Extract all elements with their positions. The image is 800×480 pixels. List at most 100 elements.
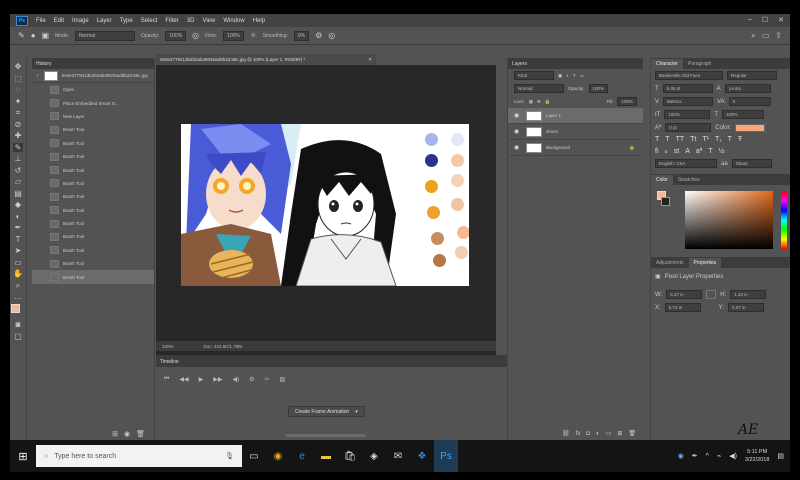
history-item[interactable]: Brush Tool — [32, 190, 154, 203]
lock-position-icon[interactable]: ✥ — [537, 99, 541, 105]
history-item[interactable]: Brush Tool — [32, 257, 154, 270]
marquee-tool-icon[interactable]: ⬚ — [13, 74, 23, 83]
history-item[interactable]: Place Embedded Smart O... — [32, 96, 154, 109]
font-size-field[interactable]: 5.35 pt — [662, 84, 713, 93]
opacity-field[interactable]: 100% — [165, 30, 187, 41]
foreground-color-swatch[interactable] — [11, 303, 20, 313]
tab-character[interactable]: Character — [651, 59, 683, 69]
filter-adjust-icon[interactable]: ◐ — [566, 73, 569, 78]
pressure-size-icon[interactable]: ◎ — [328, 31, 335, 40]
store-icon[interactable]: 🛍 — [338, 440, 362, 472]
timeline-title[interactable]: Timeline — [160, 359, 179, 365]
microphone-icon[interactable]: 🎙 — [225, 452, 234, 460]
visibility-eye-icon[interactable]: ◉ — [514, 144, 522, 151]
brush-tool-icon[interactable]: ✎ — [13, 142, 23, 152]
document-tab[interactable]: 0e0e3779413b4b2ab48045ad8b2d.58c.jpg @ 1… — [156, 54, 376, 65]
workspace-icon[interactable]: ▭ — [762, 31, 770, 40]
ligature-icon[interactable]: fi — [655, 148, 659, 155]
timeline-scrollbar[interactable] — [286, 434, 366, 437]
pressure-opacity-icon[interactable]: ◎ — [192, 31, 199, 40]
subscript-icon[interactable]: T₁ — [715, 136, 722, 143]
history-item[interactable]: Open — [32, 83, 154, 96]
x-field[interactable]: 5.74 in — [664, 303, 701, 312]
height-field[interactable]: 1.34 in — [730, 290, 767, 299]
create-frame-animation-button[interactable]: Create Frame Animation ▾ — [288, 406, 365, 417]
edge-icon[interactable]: e — [290, 440, 314, 472]
faux-bold-icon[interactable]: T — [655, 136, 659, 143]
lock-all-icon[interactable]: 🔒 — [545, 99, 551, 105]
hue-slider[interactable] — [781, 191, 787, 249]
layer-row[interactable]: ◉ shoes — [508, 124, 643, 140]
show-hidden-icons-icon[interactable]: ^ — [706, 453, 709, 460]
history-brush-tool-icon[interactable]: ↺ — [13, 166, 23, 175]
dodge-tool-icon[interactable]: ◐ — [13, 212, 23, 221]
lock-pixels-icon[interactable]: ▦ — [529, 99, 533, 105]
menu-view[interactable]: View — [198, 18, 219, 24]
layer-name[interactable]: Background — [546, 145, 570, 150]
history-snapshot[interactable]: ✓ 0e0e3779413b4b2ab48045ad8b2d.58c.jpg — [32, 69, 154, 83]
windows-start-icon[interactable]: ⊞ — [10, 440, 36, 472]
type-tool-icon[interactable]: T — [13, 235, 23, 244]
photoshop-taskbar-icon[interactable]: Ps — [434, 440, 458, 472]
search-icon[interactable]: ⌕ — [751, 31, 755, 41]
document-size[interactable]: Doc: 422.6K/1.79M — [204, 344, 243, 349]
layers-title[interactable]: Layers — [512, 61, 527, 67]
tab-swatches[interactable]: Swatches — [673, 175, 705, 185]
history-title[interactable]: History — [36, 61, 52, 67]
adjustment-layer-icon[interactable]: ◐ — [596, 431, 600, 437]
link-dimensions-icon[interactable] — [706, 290, 717, 299]
history-item[interactable]: Brush Tool — [32, 123, 154, 136]
link-layers-icon[interactable]: ⛓ — [562, 430, 570, 437]
fractions-icon[interactable]: ½ — [719, 148, 725, 155]
menu-window[interactable]: Window — [219, 18, 248, 24]
new-document-from-state-icon[interactable]: ⊞ — [112, 430, 118, 438]
width-field[interactable]: 5.27 in — [666, 290, 703, 299]
next-frame-icon[interactable]: ▶▶ — [213, 376, 222, 383]
history-item[interactable]: Brush Tool — [32, 177, 154, 190]
more-tools-icon[interactable]: … — [13, 292, 23, 301]
eraser-tool-icon[interactable]: ▱ — [13, 177, 23, 186]
ordinals-icon[interactable]: aª — [696, 148, 702, 155]
chrome-icon[interactable]: ◉ — [266, 440, 290, 472]
tab-adjustments[interactable]: Adjustments — [651, 258, 689, 268]
close-tab-icon[interactable]: ✕ — [368, 57, 372, 63]
blur-tool-icon[interactable]: ◆ — [13, 200, 23, 209]
gear-icon[interactable]: ⚙ — [315, 31, 322, 40]
small-caps-icon[interactable]: Tt — [690, 136, 696, 143]
delete-layer-icon[interactable]: 🗑 — [628, 430, 636, 437]
brush-panel-icon[interactable]: ▣ — [42, 31, 50, 40]
filter-shape-icon[interactable]: ▭ — [580, 73, 584, 79]
language-select[interactable]: English: USA — [655, 159, 717, 168]
history-item[interactable]: Brush Tool — [32, 244, 154, 257]
antialias-select[interactable]: Sharp — [731, 159, 772, 168]
eyedropper-tool-icon[interactable]: ⊘ — [13, 120, 23, 129]
first-frame-icon[interactable]: ⏮ — [164, 376, 169, 383]
layer-fill-field[interactable]: 100% — [617, 97, 637, 106]
history-item[interactable]: Brush Tool — [32, 204, 154, 217]
layer-name[interactable]: Layer 1 — [546, 113, 561, 118]
zoom-level[interactable]: 100% — [162, 344, 174, 349]
strikethrough-icon[interactable]: Ŧ — [738, 136, 742, 143]
network-icon[interactable]: ⌁ — [717, 452, 721, 460]
horizontal-scale-field[interactable]: 100% — [722, 110, 765, 119]
healing-brush-tool-icon[interactable]: ✚ — [13, 131, 23, 140]
fx-icon[interactable]: fx — [576, 431, 581, 437]
menu-help[interactable]: Help — [249, 18, 269, 24]
stylistic-icon[interactable]: st — [674, 148, 679, 155]
trash-icon[interactable]: 🗑 — [136, 430, 145, 438]
baseline-field[interactable]: 0 pt — [665, 123, 712, 132]
menu-image[interactable]: Image — [68, 18, 93, 24]
filter-type-icon[interactable]: T — [573, 73, 576, 78]
taskbar-search[interactable]: ○ Type here to search 🎙 — [36, 445, 242, 467]
leading-field[interactable]: (Auto) — [724, 84, 771, 93]
share-icon[interactable]: ⇪ — [775, 31, 782, 40]
settings-icon[interactable]: ⚙ — [249, 376, 254, 383]
zoom-tool-icon[interactable]: ⌕ — [13, 281, 23, 290]
history-item[interactable]: Brush Tool — [32, 163, 154, 176]
group-icon[interactable]: ▭ — [606, 430, 612, 437]
new-layer-icon[interactable]: ⊞ — [617, 430, 622, 437]
path-selection-tool-icon[interactable]: ➤ — [13, 246, 23, 255]
clock[interactable]: 5:11 PM 3/22/2018 — [745, 448, 769, 464]
audio-icon[interactable]: ◀) — [233, 376, 240, 383]
menu-layer[interactable]: Layer — [93, 18, 116, 24]
